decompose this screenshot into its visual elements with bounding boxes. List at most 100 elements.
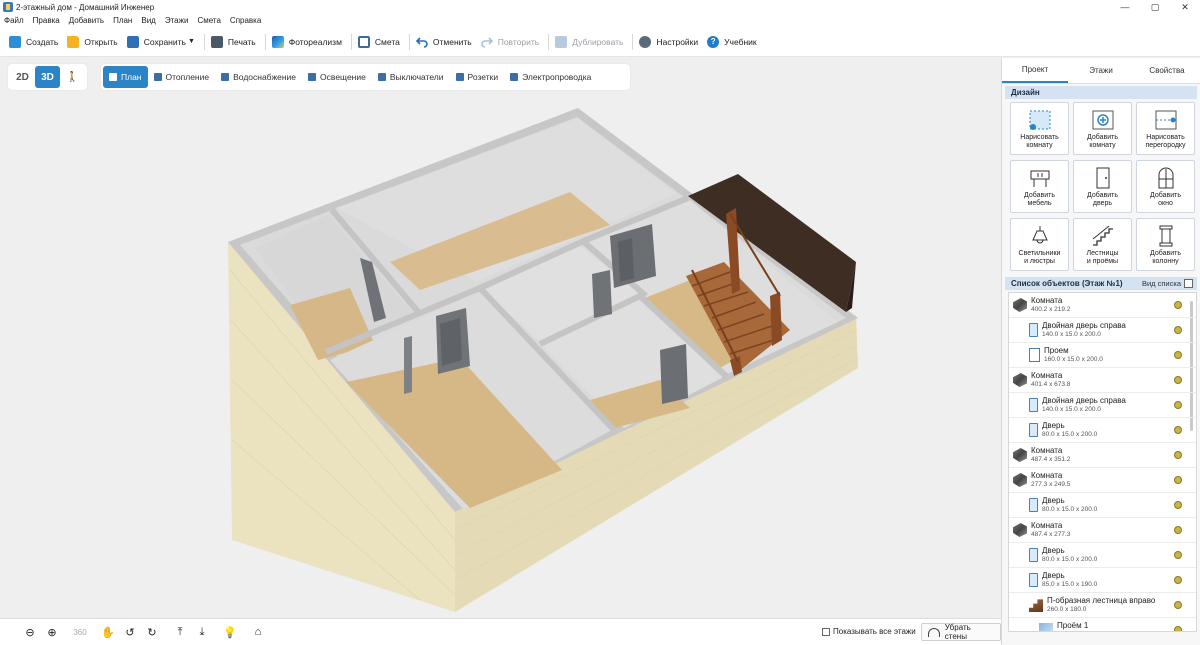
- list-item[interactable]: Комната 487.4 x 277.3: [1009, 518, 1196, 543]
- draw-partition-button[interactable]: Нарисовать перегородку: [1136, 102, 1195, 155]
- settings-label: Настройки: [656, 36, 699, 47]
- settings-button[interactable]: Настройки: [636, 31, 704, 53]
- menu-help[interactable]: Справка: [230, 16, 261, 25]
- print-button[interactable]: Печать: [208, 31, 262, 53]
- room-icon: [1013, 473, 1027, 487]
- layer-wiring-button[interactable]: Электропроводка: [504, 66, 597, 88]
- list-item[interactable]: Дверь 85.0 x 15.0 x 190.0: [1009, 568, 1196, 593]
- layer-plan-button[interactable]: План: [103, 66, 148, 88]
- list-item[interactable]: Дверь 80.0 x 15.0 x 200.0: [1009, 418, 1196, 443]
- create-button[interactable]: Создать: [6, 31, 64, 53]
- menu-floors[interactable]: Этажи: [165, 16, 189, 25]
- redo-button[interactable]: Повторить: [478, 31, 546, 53]
- list-item[interactable]: Комната 400.2 x 219.2: [1009, 293, 1196, 318]
- chevron-down-icon[interactable]: ▼: [188, 38, 195, 45]
- stairs-openings-button[interactable]: Лестницы и проёмы: [1073, 218, 1132, 271]
- duplicate-button[interactable]: Дублировать: [552, 31, 629, 53]
- menu-view[interactable]: Вид: [141, 16, 155, 25]
- draw-room-button[interactable]: Нарисовать комнату: [1010, 102, 1069, 155]
- rotate-left-icon[interactable]: ↺: [121, 623, 139, 641]
- list-item-dimensions: 401.4 x 673.8: [1031, 381, 1071, 388]
- eye-icon[interactable]: [1174, 326, 1182, 334]
- estimate-button[interactable]: Смета: [355, 31, 406, 53]
- tilt-down-icon[interactable]: ⤓: [193, 623, 211, 641]
- add-room-button[interactable]: Добавить комнату: [1073, 102, 1132, 155]
- eye-icon[interactable]: [1174, 376, 1182, 384]
- rotate-right-icon[interactable]: ↻: [143, 623, 161, 641]
- eye-icon[interactable]: [1174, 501, 1182, 509]
- layer-switches-button[interactable]: Выключатели: [372, 66, 450, 88]
- add-furniture-button[interactable]: Добавить мебель: [1010, 160, 1069, 213]
- menu-estimate[interactable]: Смета: [197, 16, 220, 25]
- eye-icon[interactable]: [1174, 576, 1182, 584]
- eye-icon[interactable]: [1174, 451, 1182, 459]
- list-item[interactable]: Двойная дверь справа 140.0 x 15.0 x 200.0: [1009, 393, 1196, 418]
- list-item-name: Проём 1: [1057, 621, 1089, 630]
- open-label: Открыть: [84, 36, 118, 47]
- list-item[interactable]: Проём 1260.0 x 180.0: [1009, 618, 1196, 631]
- list-view-toggle[interactable]: Вид списка: [1142, 279, 1193, 288]
- tilt-up-icon[interactable]: ⤒: [171, 623, 189, 641]
- home-icon[interactable]: ⌂: [249, 623, 267, 641]
- list-item-name: Дверь: [1042, 421, 1065, 430]
- eye-icon[interactable]: [1174, 601, 1182, 609]
- eye-icon[interactable]: [1174, 301, 1182, 309]
- layer-water-button[interactable]: Водоснабжение: [215, 66, 302, 88]
- show-all-floors-checkbox[interactable]: [822, 627, 830, 636]
- eye-icon[interactable]: [1174, 426, 1182, 434]
- close-button[interactable]: ✕: [1170, 0, 1200, 14]
- show-all-floors-toggle[interactable]: Показывать все этажи: [822, 627, 916, 636]
- menu-plan[interactable]: План: [113, 16, 132, 25]
- menu-edit[interactable]: Правка: [33, 16, 60, 25]
- list-item[interactable]: П-образная лестница вправо 260.0 x 180.0: [1009, 593, 1196, 618]
- view-3d-button[interactable]: 3D: [35, 66, 60, 88]
- rotate-360-icon[interactable]: 360: [71, 623, 89, 641]
- undo-button[interactable]: Отменить: [413, 31, 478, 53]
- list-item[interactable]: Двойная дверь справа 140.0 x 15.0 x 200.0: [1009, 318, 1196, 343]
- 3d-viewport[interactable]: [0, 58, 1001, 618]
- list-item[interactable]: Комната 401.4 x 673.8: [1009, 368, 1196, 393]
- list-item[interactable]: Дверь 80.0 x 15.0 x 200.0: [1009, 543, 1196, 568]
- zoom-out-icon[interactable]: ⊖: [21, 623, 39, 641]
- eye-icon[interactable]: [1174, 401, 1182, 409]
- list-item[interactable]: Комната 487.4 x 351.2: [1009, 443, 1196, 468]
- lamps-button[interactable]: Светильники и люстры: [1010, 218, 1069, 271]
- list-item[interactable]: Дверь 80.0 x 15.0 x 200.0: [1009, 493, 1196, 518]
- maximize-button[interactable]: ▢: [1140, 0, 1170, 14]
- light-bulb-icon[interactable]: 💡: [221, 623, 239, 641]
- save-button[interactable]: Сохранить ▼: [124, 31, 201, 53]
- list-item-dimensions: 80.0 x 15.0 x 200.0: [1042, 556, 1098, 563]
- photorealism-button[interactable]: Фотореализм: [269, 31, 348, 53]
- layer-lighting-button[interactable]: Освещение: [302, 66, 372, 88]
- house-3d-render[interactable]: [0, 58, 1001, 618]
- zoom-in-icon[interactable]: ⊕: [43, 623, 61, 641]
- menu-add[interactable]: Добавить: [69, 16, 104, 25]
- layer-heating-button[interactable]: Отопление: [148, 66, 216, 88]
- layer-label: Розетки: [467, 72, 499, 82]
- layer-sockets-button[interactable]: Розетки: [450, 66, 505, 88]
- object-list[interactable]: Комната 400.2 x 219.2 Двойная дверь справа…: [1008, 292, 1197, 632]
- tab-floors[interactable]: Этажи: [1068, 58, 1134, 83]
- menu-file[interactable]: Файл: [4, 16, 24, 25]
- eye-icon[interactable]: [1174, 626, 1182, 631]
- tab-properties[interactable]: Свойства: [1134, 58, 1200, 83]
- add-column-button[interactable]: Добавить колонну: [1136, 218, 1195, 271]
- door-icon: [1029, 498, 1038, 512]
- eye-icon[interactable]: [1174, 351, 1182, 359]
- list-item[interactable]: Проем 160.0 x 15.0 x 200.0: [1009, 343, 1196, 368]
- remove-walls-button[interactable]: Убрать стены: [921, 623, 1001, 641]
- eye-icon[interactable]: [1174, 476, 1182, 484]
- add-door-button[interactable]: Добавить дверь: [1073, 160, 1132, 213]
- minimize-button[interactable]: —: [1110, 0, 1140, 14]
- eye-icon[interactable]: [1174, 526, 1182, 534]
- add-window-button[interactable]: Добавить окно: [1136, 160, 1195, 213]
- list-item[interactable]: Комната 277.3 x 249.5: [1009, 468, 1196, 493]
- redo-arrow-icon: [480, 36, 493, 48]
- open-button[interactable]: Открыть: [64, 31, 123, 53]
- tutorial-button[interactable]: ? Учебник: [704, 31, 763, 53]
- walk-mode-button[interactable]: 🚶: [60, 66, 85, 88]
- view-2d-button[interactable]: 2D: [10, 66, 35, 88]
- tab-project[interactable]: Проект: [1002, 58, 1068, 83]
- pan-hand-icon[interactable]: ✋: [99, 623, 117, 641]
- eye-icon[interactable]: [1174, 551, 1182, 559]
